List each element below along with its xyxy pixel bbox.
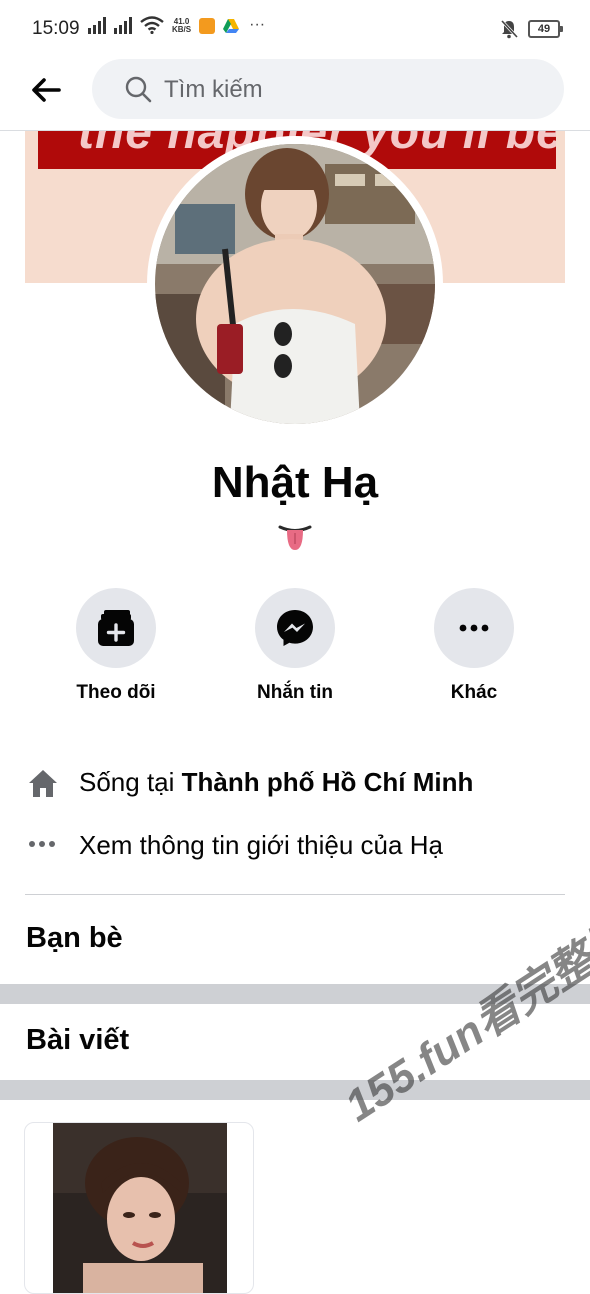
signal-icon xyxy=(88,16,106,34)
status-right: 49 xyxy=(500,19,563,39)
drive-icon xyxy=(223,19,240,33)
message-button-circle[interactable] xyxy=(255,588,335,668)
profile-avatar[interactable] xyxy=(147,136,443,432)
net-speed-unit: KB/S xyxy=(172,25,192,34)
app-notification-icon xyxy=(199,18,216,34)
about-link[interactable]: Xem thông tin giới thiệu của Hạ xyxy=(79,830,443,861)
battery-indicator: 49 xyxy=(528,20,563,38)
more-button-circle[interactable] xyxy=(434,588,514,668)
follow-icon xyxy=(98,610,134,646)
message-label: Nhắn tin xyxy=(257,682,333,703)
lives-in-city[interactable]: Thành phố Hồ Chí Minh xyxy=(182,767,474,797)
home-icon xyxy=(29,770,57,797)
status-overflow: ··· xyxy=(249,16,266,33)
message-button[interactable]: Nhắn tin xyxy=(225,588,365,704)
divider xyxy=(25,894,565,895)
more-label: Khác xyxy=(450,682,498,703)
back-arrow-icon[interactable] xyxy=(30,74,62,106)
post-photo-card[interactable] xyxy=(24,1122,254,1294)
search-placeholder: Tìm kiếm xyxy=(164,76,263,103)
tongue-emoji-icon xyxy=(278,525,312,550)
mute-bell-icon xyxy=(500,19,518,39)
follow-button[interactable]: Theo dõi xyxy=(46,588,186,704)
wifi-icon xyxy=(140,16,164,34)
section-separator-2 xyxy=(0,1080,590,1100)
posts-heading: Bài viết xyxy=(26,1024,130,1056)
lives-in-text: Sống tại Thành phố Hồ Chí Minh xyxy=(79,767,473,798)
follow-label: Theo dõi xyxy=(76,682,156,703)
more-icon xyxy=(459,624,489,632)
follow-button-circle[interactable] xyxy=(76,588,156,668)
lives-in-prefix: Sống tại xyxy=(79,767,182,797)
more-button[interactable]: Khác xyxy=(404,588,544,704)
search-icon xyxy=(125,76,152,103)
avatar-photo xyxy=(155,144,435,424)
post-photo xyxy=(53,1123,227,1293)
search-input[interactable]: Tìm kiếm xyxy=(92,59,564,119)
top-bar: Tìm kiếm xyxy=(0,58,590,131)
more-dots-icon xyxy=(29,841,55,847)
profile-name: Nhật Hạ xyxy=(211,458,379,507)
status-time: 15:09 xyxy=(32,18,80,39)
signal-icon-2 xyxy=(114,16,132,34)
status-bar: 15:09 41.0 KB/S ··· 49 xyxy=(0,0,590,58)
friends-heading[interactable]: Bạn bè xyxy=(26,922,123,955)
net-speed: 41.0 KB/S xyxy=(172,18,191,34)
status-icons: 41.0 KB/S ··· xyxy=(88,16,265,34)
messenger-icon xyxy=(277,610,313,646)
